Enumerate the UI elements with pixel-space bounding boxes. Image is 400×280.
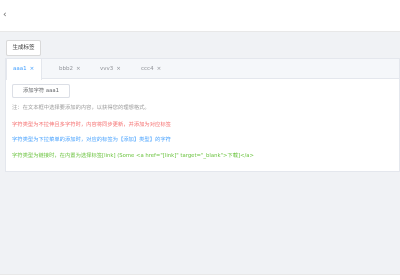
tab-label: aaa1 [13, 66, 27, 72]
close-icon[interactable]: × [116, 66, 121, 72]
info-line-red: 字符类型为不拉伸且多字符时，内容将同步更新，并添加为对应标签 [12, 122, 171, 128]
tab-label: ccc4 [141, 66, 154, 72]
tab-ccc4[interactable]: ccc4 × [135, 59, 169, 79]
tab-aaa1[interactable]: aaa1 × [6, 59, 42, 80]
top-header: ‹ [0, 0, 400, 32]
tab-bar: aaa1 × bbb2 × vvv3 × ccc4 × [6, 59, 399, 80]
tabs-panel: aaa1 × bbb2 × vvv3 × ccc4 × 添加字符 aaa1 注：在文本框… [5, 58, 400, 172]
bottom-bar [0, 274, 400, 280]
add-content-button[interactable]: 添加字符 aaa1 [12, 84, 70, 98]
generate-tags-button[interactable]: 生成标签 [6, 40, 41, 56]
close-icon[interactable]: × [76, 66, 81, 72]
chevron-left-icon[interactable]: ‹ [3, 10, 7, 20]
toolbar: 生成标签 [0, 40, 400, 58]
tab-label: bbb2 [59, 66, 73, 72]
close-icon[interactable]: × [157, 66, 162, 72]
tab-label: vvv3 [100, 66, 114, 72]
info-line-blue: 字符类型为下拉菜单的添加时，对应的标签为【添加】类型】的字符 [12, 137, 171, 143]
tab-vvv3[interactable]: vvv3 × [94, 59, 128, 79]
hint-text: 注：在文本框中选择要添加的内容，以获得您的理想格式。 [12, 105, 150, 111]
close-icon[interactable]: × [30, 66, 35, 72]
info-line-green: 字符类型为链接时，在内置为选择标签[link] (Some <a href="[… [12, 153, 254, 159]
tab-bbb2[interactable]: bbb2 × [53, 59, 87, 79]
